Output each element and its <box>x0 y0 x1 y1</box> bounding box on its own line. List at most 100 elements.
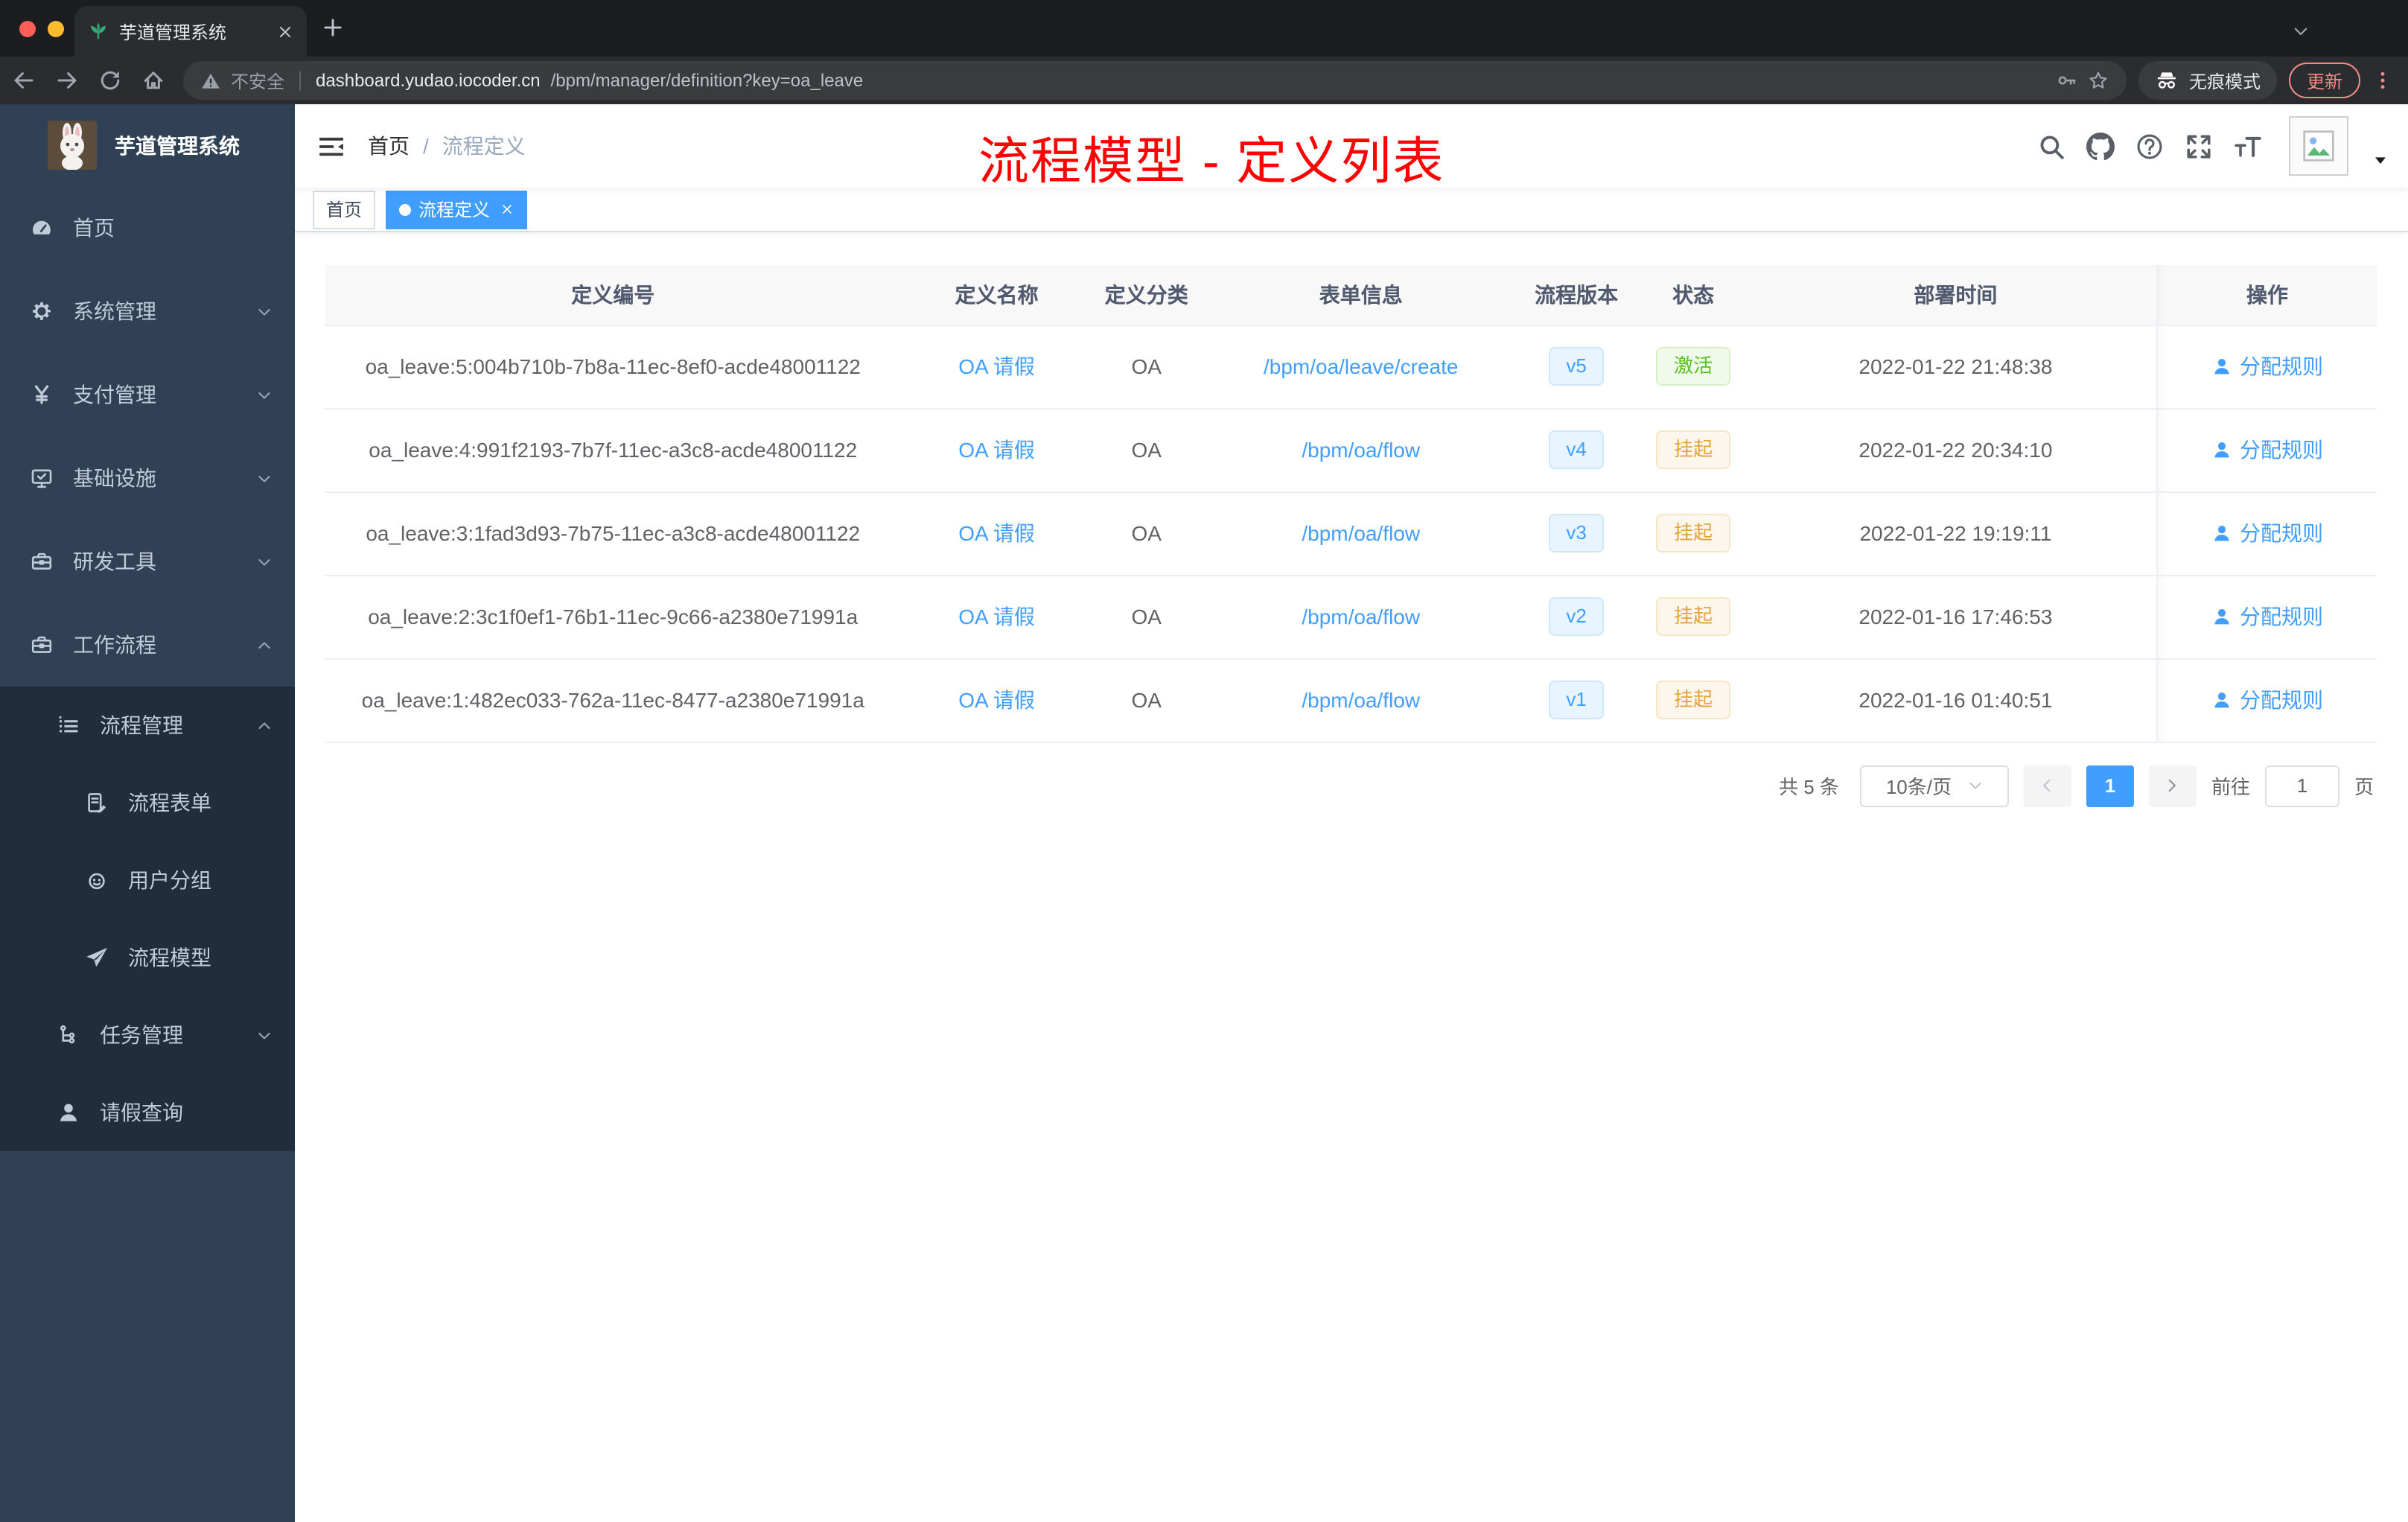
sidebar-logo[interactable]: 芋道管理系统 <box>0 104 295 186</box>
window-minimize-button[interactable] <box>48 21 64 37</box>
kebab-menu-icon[interactable] <box>2372 70 2393 91</box>
sidebar-item-leave-query[interactable]: 请假查询 <box>0 1074 295 1151</box>
assign-rule-link[interactable]: 分配规则 <box>2211 602 2323 631</box>
definition-name-link[interactable]: OA 请假 <box>958 438 1035 462</box>
form-info-link[interactable]: /bpm/oa/flow <box>1302 521 1420 545</box>
key-icon[interactable] <box>2057 70 2077 91</box>
close-icon[interactable] <box>277 23 293 39</box>
sidebar-item-process-management[interactable]: 流程管理 <box>0 687 295 764</box>
definition-name-link[interactable]: OA 请假 <box>958 605 1035 628</box>
address-bar[interactable]: 不安全 dashboard.yudao.iocoder.cn/bpm/manag… <box>183 61 2127 100</box>
cell-deploy-time: 2022-01-16 01:40:51 <box>1754 658 2157 742</box>
definition-name-link[interactable]: OA 请假 <box>958 354 1035 378</box>
star-icon[interactable] <box>2088 70 2109 91</box>
app-title: 芋道管理系统 <box>115 133 240 157</box>
page-jumper-input[interactable] <box>2264 765 2339 806</box>
assign-rule-label: 分配规则 <box>2240 605 2323 628</box>
new-tab-button[interactable] <box>322 16 344 39</box>
reload-icon[interactable] <box>98 69 122 92</box>
back-icon[interactable] <box>12 69 36 92</box>
cell-definition-id: oa_leave:4:991f2193-7b7f-11ec-a3c8-acde4… <box>325 408 902 492</box>
url-separator <box>299 71 302 90</box>
question-icon[interactable] <box>2135 132 2164 160</box>
tab-label: 首页 <box>326 200 363 220</box>
caret-down-icon[interactable] <box>2372 151 2389 168</box>
sidebar-item-infrastructure[interactable]: 基础设施 <box>0 436 295 520</box>
user-icon <box>2211 356 2232 377</box>
sidebar: 芋道管理系统 首页 系统管理 支付管理 基础设施 研发工具 工作流程 流程管理 流程表单用户分… <box>0 104 295 1522</box>
form-info-link[interactable]: /bpm/oa/flow <box>1302 688 1420 712</box>
form-info-link[interactable]: /bpm/oa/leave/create <box>1264 354 1459 378</box>
sidebar-item-process-form[interactable]: 流程表单 <box>0 764 295 841</box>
list-icon <box>57 713 80 737</box>
hamburger-icon[interactable] <box>317 132 345 160</box>
browser-chrome: 芋道管理系统 不安全 dashboard.yudao.iocoder.cn/bp… <box>0 0 2408 104</box>
paper-plane-icon <box>85 946 109 969</box>
form-info-link[interactable]: /bpm/oa/flow <box>1302 605 1420 628</box>
forward-icon[interactable] <box>55 69 79 92</box>
status-badge: 挂起 <box>1656 430 1731 469</box>
window-close-button[interactable] <box>19 21 36 37</box>
incognito-badge: 无痕模式 <box>2138 61 2277 100</box>
incognito-label: 无痕模式 <box>2188 71 2261 92</box>
sidebar-item-label: 用户分组 <box>128 868 211 892</box>
avatar[interactable] <box>2289 116 2348 176</box>
next-page-button[interactable] <box>2148 765 2197 806</box>
chevron-down-icon <box>256 553 273 570</box>
assign-rule-link[interactable]: 分配规则 <box>2211 518 2323 548</box>
sprout-icon <box>88 21 109 42</box>
definition-name-link[interactable]: OA 请假 <box>958 521 1035 545</box>
cell-definition-id: oa_leave:2:3c1f0ef1-76b1-11ec-9c66-a2380… <box>325 575 902 659</box>
user-icon <box>2211 523 2232 544</box>
table-row: oa_leave:4:991f2193-7b7f-11ec-a3c8-acde4… <box>325 408 2377 492</box>
warning-icon <box>201 71 220 90</box>
status-badge: 激活 <box>1656 347 1731 386</box>
sidebar-item-workflow[interactable]: 工作流程 <box>0 603 295 687</box>
user-icon <box>2211 606 2232 627</box>
sidebar-menu: 首页 系统管理 支付管理 基础设施 研发工具 工作流程 流程管理 流程表单用户分组流程模型 任务… <box>0 186 295 1151</box>
update-button[interactable]: 更新 <box>2288 63 2360 98</box>
sidebar-item-task-management[interactable]: 任务管理 <box>0 996 295 1074</box>
page-size-select[interactable]: 10条/页 <box>1859 765 2009 806</box>
chevron-down-icon <box>1966 777 1983 794</box>
form-info-link[interactable]: /bpm/oa/flow <box>1302 438 1420 462</box>
search-icon[interactable] <box>2037 132 2065 160</box>
status-badge: 挂起 <box>1656 514 1731 553</box>
current-page-button[interactable]: 1 <box>2086 765 2134 806</box>
fontsize-icon[interactable] <box>2234 132 2262 160</box>
fullscreen-icon[interactable] <box>2185 132 2213 160</box>
tab-title: 芋道管理系统 <box>119 22 227 42</box>
home-icon[interactable] <box>141 69 165 92</box>
breadcrumb-home[interactable]: 首页 <box>368 131 410 161</box>
close-icon[interactable] <box>500 203 514 216</box>
sidebar-item-label: 请假查询 <box>100 1101 183 1124</box>
tab-label: 流程定义 <box>418 200 491 220</box>
active-dot <box>399 203 412 215</box>
definition-name-link[interactable]: OA 请假 <box>958 688 1035 712</box>
chevron-left-icon <box>2039 777 2056 794</box>
column-header: 表单信息 <box>1200 265 1521 325</box>
chevron-down-icon <box>256 303 273 319</box>
pagination: 共 5 条 10条/页 1 前往 页 <box>325 765 2377 806</box>
column-header: 定义名称 <box>901 265 1092 325</box>
chevron-down-icon[interactable] <box>2292 22 2310 40</box>
sidebar-item-payment-management[interactable]: 支付管理 <box>0 353 295 436</box>
browser-tab[interactable]: 芋道管理系统 <box>74 6 307 57</box>
sidebar-item-system-management[interactable]: 系统管理 <box>0 270 295 353</box>
tab-首页[interactable]: 首页 <box>313 190 376 229</box>
sidebar-item-user-group[interactable]: 用户分组 <box>0 841 295 919</box>
sidebar-item-process-model[interactable]: 流程模型 <box>0 919 295 996</box>
prev-page-button[interactable] <box>2023 765 2071 806</box>
form-edit-icon <box>85 791 109 815</box>
people-icon <box>85 868 109 892</box>
sidebar-item-dev-tools[interactable]: 研发工具 <box>0 520 295 603</box>
table-row: oa_leave:1:482ec033-762a-11ec-8477-a2380… <box>325 658 2377 742</box>
sidebar-item-home[interactable]: 首页 <box>0 186 295 270</box>
assign-rule-link[interactable]: 分配规则 <box>2211 685 2323 715</box>
tags-view-bar: 首页 流程定义 <box>295 188 2408 232</box>
version-badge: v4 <box>1548 430 1605 469</box>
assign-rule-link[interactable]: 分配规则 <box>2211 435 2323 465</box>
github-icon[interactable] <box>2086 132 2115 160</box>
assign-rule-link[interactable]: 分配规则 <box>2211 351 2323 381</box>
tab-流程定义[interactable]: 流程定义 <box>386 190 528 229</box>
